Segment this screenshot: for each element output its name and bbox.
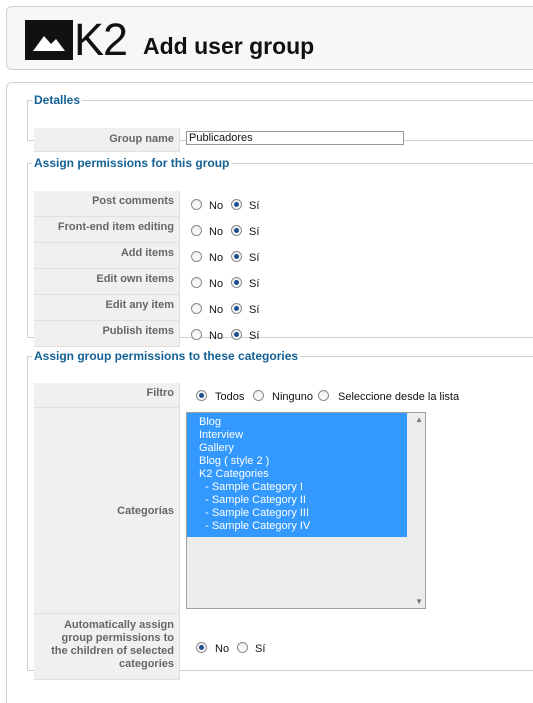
permission-row: Add items No Sí: [34, 243, 394, 269]
permission-no-radio[interactable]: [191, 277, 202, 288]
permission-yes-label: Sí: [249, 330, 260, 342]
permissions-fieldset: Assign permissions for this group Post c…: [27, 156, 533, 347]
filter-ninguno-radio[interactable]: [253, 390, 264, 401]
permission-no-label: No: [209, 330, 224, 342]
filter-label: Filtro: [34, 383, 180, 408]
permission-row: Post comments No Sí: [34, 191, 394, 217]
category-option[interactable]: - Sample Category I: [187, 481, 407, 494]
auto-assign-yes-radio[interactable]: [237, 642, 248, 653]
logo-text: K2: [74, 14, 128, 65]
permissions-legend: Assign permissions for this group: [34, 156, 230, 170]
category-option[interactable]: Gallery: [187, 442, 407, 455]
k2-logo: K2: [25, 15, 135, 65]
category-option[interactable]: - Sample Category II: [187, 494, 407, 507]
permission-yes-label: Sí: [249, 226, 260, 238]
auto-assign-label-line: the children of selected: [51, 645, 174, 657]
category-options: Blog Interview Gallery Blog ( style 2 ) K2 C…: [187, 416, 425, 533]
permission-yes-label: Sí: [249, 252, 260, 264]
filter-seleccione-radio[interactable]: [318, 390, 329, 401]
categories-listbox[interactable]: Blog Interview Gallery Blog ( style 2 ) K2 C…: [186, 412, 426, 609]
filter-todos-label: Todos: [215, 391, 245, 403]
permission-yes-radio[interactable]: [231, 251, 242, 262]
permission-no-label: No: [209, 252, 224, 264]
category-option[interactable]: Interview: [187, 429, 407, 442]
permission-label: Edit any item: [34, 295, 180, 321]
categories-label: Categorías: [34, 408, 180, 614]
permission-row: Publish items No Sí: [34, 321, 394, 347]
category-option[interactable]: K2 Categories: [187, 468, 407, 481]
mountain-icon: [25, 20, 73, 60]
details-fieldset: Detalles Group name: [27, 93, 533, 152]
permission-yes-label: Sí: [249, 278, 260, 290]
permission-yes-radio[interactable]: [231, 225, 242, 236]
categories-fieldset: Assign group permissions to these catego…: [27, 349, 533, 680]
permission-no-radio[interactable]: [191, 329, 202, 340]
filter-ninguno-label: Ninguno: [272, 391, 313, 403]
scroll-down-icon[interactable]: ▼: [415, 597, 423, 606]
permission-yes-radio[interactable]: [231, 277, 242, 288]
group-name-label: Group name: [34, 128, 180, 152]
permission-no-radio[interactable]: [191, 303, 202, 314]
permission-label: Publish items: [34, 321, 180, 347]
auto-assign-row: Automatically assign group permissions t…: [34, 614, 533, 680]
permission-no-label: No: [209, 200, 224, 212]
details-legend: Detalles: [34, 93, 81, 107]
permission-yes-radio[interactable]: [231, 303, 242, 314]
permission-yes-label: Sí: [249, 304, 260, 316]
auto-assign-no-label: No: [215, 643, 230, 655]
filter-row: Filtro Todos Ninguno Seleccione desde la…: [34, 383, 533, 408]
permission-no-radio[interactable]: [191, 225, 202, 236]
permission-no-radio[interactable]: [191, 251, 202, 262]
auto-assign-label-line: categories: [118, 658, 174, 670]
auto-assign-label-line: group permissions to: [61, 632, 174, 644]
category-option[interactable]: Blog ( style 2 ): [187, 455, 407, 468]
permission-no-radio[interactable]: [191, 199, 202, 210]
auto-assign-label-line: Automatically assign: [63, 619, 174, 631]
categories-legend: Assign group permissions to these catego…: [34, 349, 299, 363]
category-option[interactable]: Blog: [187, 416, 407, 429]
categories-row: Categorías Blog Interview Gallery Blog ( st…: [34, 408, 533, 614]
category-option[interactable]: - Sample Category III: [187, 507, 407, 520]
permission-no-label: No: [209, 304, 224, 316]
filter-todos-radio[interactable]: [196, 390, 207, 401]
permission-label: Post comments: [34, 191, 180, 217]
permission-label: Front-end item editing: [34, 217, 180, 243]
permission-row: Edit any item No Sí: [34, 295, 394, 321]
permission-yes-radio[interactable]: [231, 199, 242, 210]
page-title: Add user group: [143, 33, 315, 59]
group-name-input[interactable]: [186, 131, 404, 145]
permission-no-label: No: [209, 278, 224, 290]
auto-assign-no-radio[interactable]: [196, 642, 207, 653]
permission-no-label: No: [209, 226, 224, 238]
permission-label: Edit own items: [34, 269, 180, 295]
scroll-up-icon[interactable]: ▲: [415, 415, 423, 424]
permission-label: Add items: [34, 243, 180, 269]
permission-row: Edit own items No Sí: [34, 269, 394, 295]
category-option[interactable]: - Sample Category IV: [187, 520, 407, 533]
permission-yes-radio[interactable]: [231, 329, 242, 340]
page-header: K2 Add user group: [6, 6, 533, 70]
permission-row: Front-end item editing No Sí: [34, 217, 394, 243]
auto-assign-yes-label: Sí: [255, 643, 266, 655]
permission-yes-label: Sí: [249, 200, 260, 212]
filter-seleccione-label: Seleccione desde la lista: [338, 391, 460, 403]
auto-assign-label: Automatically assign group permissions t…: [34, 614, 180, 680]
group-name-row: Group name: [34, 128, 404, 152]
